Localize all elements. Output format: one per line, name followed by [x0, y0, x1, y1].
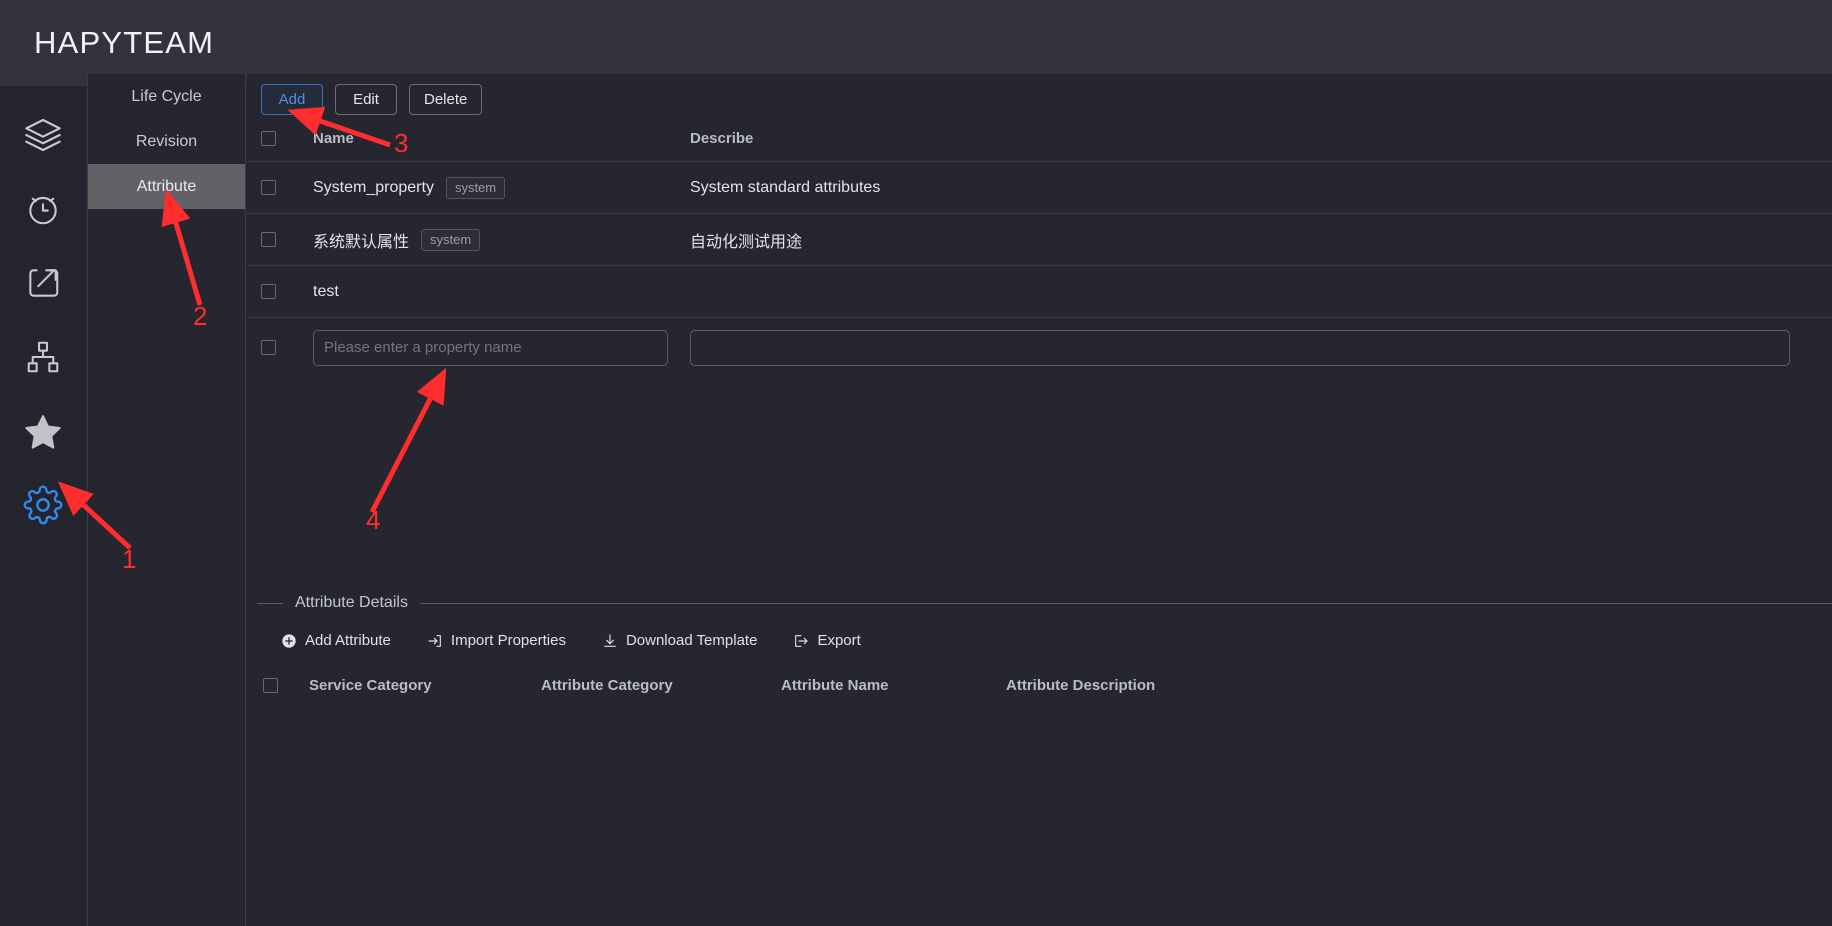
icon-rail — [0, 86, 86, 926]
row-select-cell — [261, 340, 313, 355]
sidebar-item-label: Attribute — [136, 177, 197, 195]
sitemap-icon — [24, 338, 62, 376]
column-header-describe: Describe — [690, 129, 754, 147]
row-name-text: 系统默认属性 — [313, 233, 410, 251]
clock-icon — [24, 190, 62, 228]
gear-icon — [23, 485, 63, 525]
table-row[interactable]: 系统默认属性 system 自动化测试用途 — [247, 213, 1832, 265]
app-brand: HAPYTEAM — [34, 25, 215, 60]
download-template-button[interactable]: Download Template — [602, 632, 757, 649]
new-row-describe-cell — [690, 329, 1832, 366]
row-name-cell: test — [313, 283, 690, 301]
rail-item-layers[interactable] — [0, 98, 86, 172]
attribute-details-title: Attribute Details — [295, 594, 408, 611]
annotation-number-4: 4 — [366, 505, 381, 535]
plus-circle-icon — [281, 633, 297, 649]
row-select-cell — [261, 180, 313, 195]
system-tag: system — [445, 176, 506, 199]
rail-item-history[interactable] — [0, 172, 86, 246]
property-name-input[interactable] — [313, 329, 668, 366]
column-header-attribute-category: Attribute Category — [541, 676, 673, 694]
annotation-number-3: 3 — [394, 128, 409, 158]
rail-item-settings[interactable] — [0, 468, 86, 542]
sidebar-item-label: Revision — [135, 132, 198, 150]
table-row[interactable]: test — [247, 265, 1832, 317]
action-label: Export — [817, 632, 861, 649]
column-header-service-category: Service Category — [309, 676, 432, 694]
add-button[interactable]: Add — [261, 84, 323, 115]
row-select-cell — [261, 284, 313, 299]
sidebar-item-life-cycle[interactable]: Life Cycle — [88, 74, 245, 119]
app-root: HAPYTEAM Life Cycle Revision Attribute A… — [0, 0, 1832, 926]
attribute-table: Name Describe System_property system Sys… — [247, 115, 1832, 377]
row-checkbox[interactable] — [261, 340, 276, 355]
rail-item-favorites[interactable] — [0, 394, 86, 468]
attribute-details-legend: Attribute Details — [247, 588, 1832, 618]
annotation-number-2: 2 — [193, 301, 208, 331]
action-label: Add Attribute — [305, 632, 391, 649]
legend-dash — [257, 602, 283, 604]
import-icon — [427, 633, 443, 649]
column-header-name: Name — [313, 129, 354, 147]
details-table-header: Service Category Attribute Category Attr… — [247, 663, 1832, 707]
details-action-bar: Add Attribute Import Properties Download… — [247, 618, 1832, 649]
export-icon — [793, 633, 809, 649]
row-checkbox[interactable] — [261, 232, 276, 247]
select-all-checkbox[interactable] — [261, 130, 276, 146]
add-attribute-button[interactable]: Add Attribute — [281, 632, 391, 649]
sidebar-item-label: Life Cycle — [131, 87, 202, 105]
export-button[interactable]: Export — [793, 632, 861, 649]
row-name-text: System_property — [313, 178, 434, 196]
column-header-attribute-description: Attribute Description — [1006, 676, 1156, 694]
download-icon — [602, 633, 618, 649]
details-select-all-cell — [263, 677, 309, 693]
new-row-name-cell — [313, 329, 690, 366]
toolbar: Add Edit Delete — [247, 74, 1832, 115]
row-name-cell: 系统默认属性 system — [313, 228, 690, 252]
annotation-number-1: 1 — [122, 544, 137, 574]
attribute-details-section: Attribute Details Add Attribute Import P… — [247, 588, 1832, 707]
edit-button[interactable]: Edit — [335, 84, 397, 115]
sidebar-item-attribute[interactable]: Attribute — [88, 164, 245, 209]
action-label: Download Template — [625, 632, 758, 649]
row-select-cell — [261, 232, 313, 247]
rail-item-share[interactable] — [0, 246, 86, 320]
column-header-attribute-name: Attribute Name — [781, 676, 889, 694]
rail-item-structure[interactable] — [0, 320, 86, 394]
table-row[interactable]: System_property system System standard a… — [247, 161, 1832, 213]
sub-nav: Life Cycle Revision Attribute — [87, 74, 246, 926]
row-checkbox[interactable] — [261, 180, 276, 195]
row-checkbox[interactable] — [261, 284, 276, 299]
row-name-cell: System_property system — [313, 176, 690, 199]
row-name-text: test — [313, 282, 339, 300]
row-describe-cell: 自动化测试用途 — [690, 233, 803, 251]
delete-button[interactable]: Delete — [409, 84, 483, 115]
details-select-all-checkbox[interactable] — [263, 677, 278, 693]
action-label: Import Properties — [450, 632, 566, 649]
share-icon — [24, 264, 62, 302]
select-all-cell — [261, 130, 313, 146]
legend-line — [419, 602, 1832, 604]
table-header: Name Describe — [247, 115, 1832, 161]
sidebar-item-revision[interactable]: Revision — [88, 119, 245, 164]
main-panel: Add Edit Delete Name Describe System_pro… — [247, 74, 1832, 926]
import-properties-button[interactable]: Import Properties — [427, 632, 566, 649]
row-describe-cell: System standard attributes — [690, 178, 881, 196]
star-icon — [23, 411, 63, 451]
property-describe-input[interactable] — [690, 329, 1790, 366]
layers-icon — [23, 115, 63, 155]
new-attribute-row — [247, 317, 1832, 377]
system-tag: system — [421, 228, 481, 251]
